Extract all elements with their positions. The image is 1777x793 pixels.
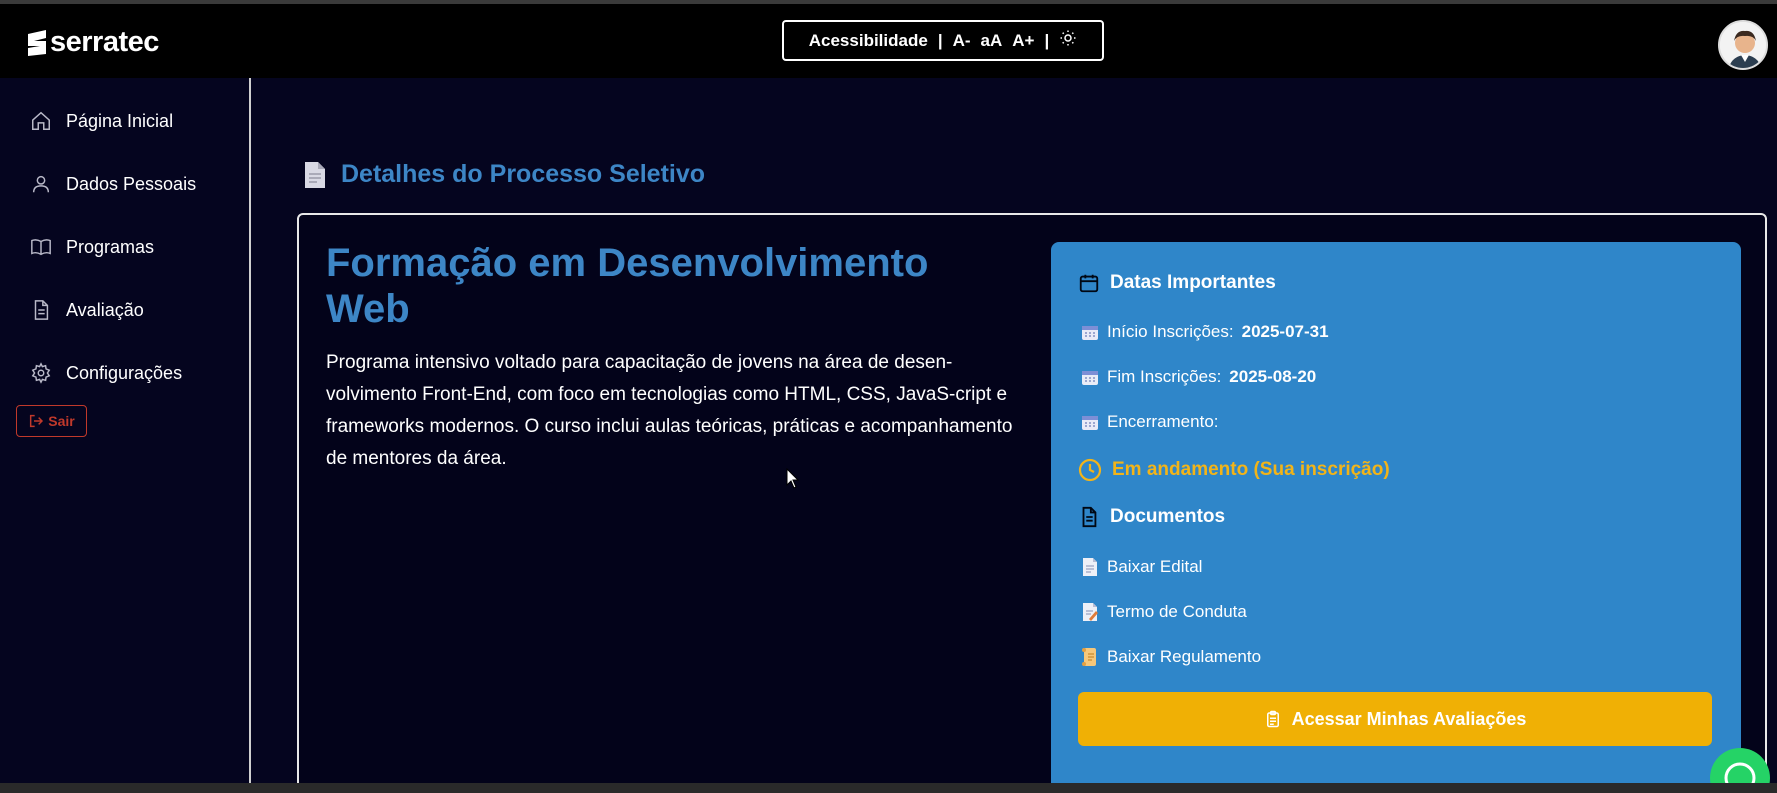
closing-date-row: Encerramento:: [1081, 412, 1219, 432]
separator: |: [937, 30, 943, 50]
accessibility-toolbar: Acessibilidade | A- aA A+ |: [782, 20, 1104, 61]
memo-icon: [1083, 603, 1098, 621]
sidebar-item-label: Programas: [66, 236, 155, 257]
logout-label: Sair: [48, 413, 75, 429]
doc-link-label: Baixar Edital: [1107, 557, 1203, 576]
gear-icon: [31, 362, 51, 384]
code-of-conduct-link[interactable]: Termo de Conduta: [1081, 602, 1247, 622]
bottom-bar: [0, 783, 1777, 793]
book-icon: [31, 239, 51, 256]
access-evaluations-button[interactable]: Acessar Minhas Avaliações: [1078, 692, 1712, 746]
sidebar-item-settings[interactable]: Configurações: [30, 362, 182, 384]
page-title-text: Detalhes do Processo Seletivo: [341, 160, 706, 188]
download-regulation-link[interactable]: Baixar Regulamento: [1081, 647, 1261, 667]
documents-heading-text: Documentos: [1110, 506, 1226, 527]
sidebar-item-evaluation[interactable]: Avaliação: [30, 299, 144, 321]
clipboard-icon: [1266, 710, 1279, 728]
sidebar-item-personal-data[interactable]: Dados Pessoais: [30, 173, 196, 195]
calendar-icon: [1082, 416, 1098, 430]
logout-button[interactable]: Sair: [16, 405, 87, 437]
document-icon: [305, 161, 325, 188]
info-panel: Datas Importantes Início Inscrições: 202…: [1051, 242, 1741, 793]
doc-link-label: Baixar Regulamento: [1107, 647, 1262, 666]
page-title: Detalhes do Processo Seletivo: [303, 160, 705, 189]
download-edital-link[interactable]: Baixar Edital: [1081, 557, 1202, 577]
course-title: Formação em Desenvolvimento Web: [326, 241, 929, 331]
sidebar-item-programs[interactable]: Programas: [30, 236, 154, 258]
separator: |: [1044, 30, 1050, 50]
calendar-icon: [1082, 326, 1098, 340]
document-icon: [34, 300, 49, 320]
doc-link-label: Termo de Conduta: [1107, 602, 1247, 621]
font-decrease-button[interactable]: A-: [953, 31, 971, 51]
start-date-value: 2025-07-31: [1241, 322, 1329, 341]
status-text: Em andamento (Sua inscrição): [1112, 459, 1390, 480]
logo-text: serratec: [50, 26, 159, 58]
accessibility-label: Acessibilidade: [808, 30, 928, 50]
serratec-logo[interactable]: serratec: [26, 26, 159, 59]
sidebar-item-label: Dados Pessoais: [66, 173, 197, 194]
clock-icon: [1078, 458, 1102, 482]
documents-heading: Documentos: [1078, 506, 1225, 528]
closing-date-label: Encerramento:: [1107, 412, 1219, 431]
sidebar-item-label: Página Inicial: [66, 110, 174, 131]
calendar-icon: [1082, 371, 1098, 385]
top-header: serratec Acessibilidade | A- aA A+ |: [0, 4, 1777, 78]
start-date-label: Início Inscrições:: [1107, 322, 1234, 341]
sun-icon[interactable]: [1059, 29, 1077, 52]
home-icon: [32, 111, 50, 130]
mouse-cursor-icon: [786, 468, 800, 489]
logout-icon: [30, 414, 44, 428]
sidebar: Página Inicial Dados Pessoais Programas …: [0, 78, 251, 793]
dates-heading-text: Datas Importantes: [1110, 272, 1276, 293]
scroll-icon: [1082, 648, 1096, 666]
calendar-icon: [1079, 274, 1099, 293]
sidebar-item-label: Avaliação: [66, 299, 144, 320]
sidebar-item-home[interactable]: Página Inicial: [30, 110, 173, 132]
dates-heading: Datas Importantes: [1078, 272, 1276, 294]
end-date-value: 2025-08-20: [1229, 367, 1317, 386]
cta-label: Acessar Minhas Avaliações: [1291, 708, 1527, 729]
logo-mark-icon: [28, 29, 46, 56]
course-description: Programa intensivo voltado para capacita…: [326, 352, 1013, 469]
font-increase-button[interactable]: A+: [1012, 31, 1034, 51]
end-date-label: Fim Inscrições:: [1107, 367, 1222, 386]
start-date-row: Início Inscrições: 2025-07-31: [1081, 322, 1329, 342]
sidebar-item-label: Configurações: [66, 362, 183, 383]
user-avatar[interactable]: [1718, 20, 1768, 70]
status-badge: Em andamento (Sua inscrição): [1078, 458, 1390, 482]
file-text-icon: [1082, 506, 1097, 528]
end-date-row: Fim Inscrições: 2025-08-20: [1081, 367, 1316, 387]
user-icon: [32, 175, 50, 193]
font-reset-button[interactable]: aA: [981, 31, 1003, 51]
page-icon: [1083, 558, 1097, 576]
